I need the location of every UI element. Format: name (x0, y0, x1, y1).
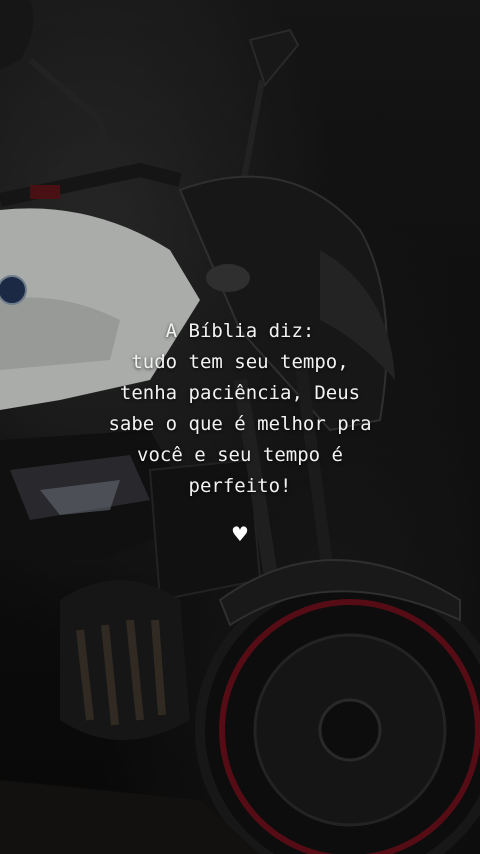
quote-line: sabe o que é melhor pra (108, 413, 372, 435)
quote-line: você e seu tempo é (137, 444, 343, 466)
wallpaper: A Bíblia diz: tudo tem seu tempo, tenha … (0, 0, 480, 854)
quote-line: tudo tem seu tempo, (131, 351, 349, 373)
quote-line: tenha paciência, Deus (119, 382, 361, 404)
quote-line: perfeito! (188, 475, 292, 497)
quote-text: A Bíblia diz: tudo tem seu tempo, tenha … (40, 316, 440, 502)
quote-line: A Bíblia diz: (165, 320, 315, 342)
heart-icon: ♥ (231, 522, 249, 546)
